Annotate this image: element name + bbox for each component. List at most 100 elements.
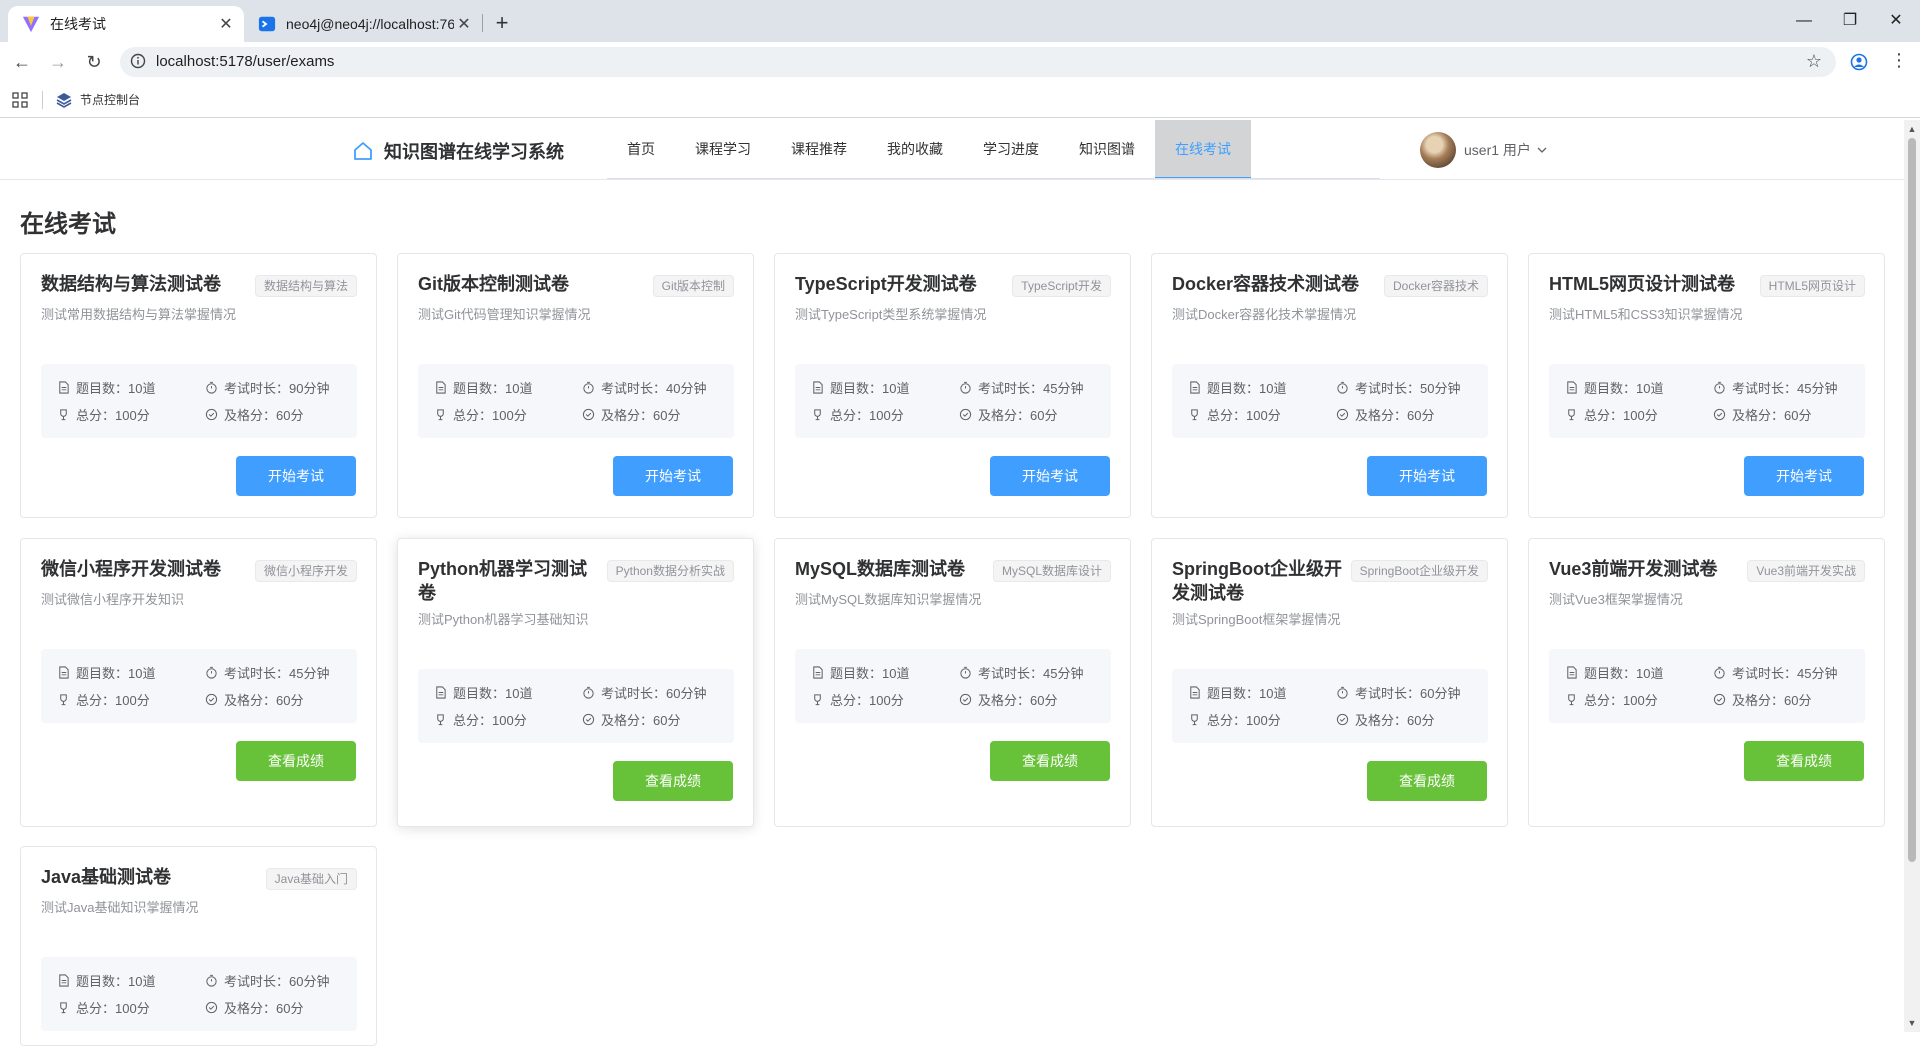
total-score: 总分：100分 <box>57 998 150 1017</box>
check-circle-icon <box>205 693 218 706</box>
course-tag: 数据结构与算法 <box>254 275 357 297</box>
question-count: 题目数：10道 <box>1565 378 1663 397</box>
check-circle-icon <box>205 408 218 421</box>
check-circle-icon <box>582 408 595 421</box>
tab-exams[interactable]: 在线考试 ✕ <box>8 6 244 42</box>
back-icon[interactable]: ← <box>10 50 34 74</box>
trophy-icon <box>814 694 821 706</box>
exam-description: 测试Java基础知识掌握情况 <box>41 900 199 915</box>
tab-neo4j[interactable]: neo4j@neo4j://localhost:768 ✕ <box>244 6 482 42</box>
exam-title: MySQL数据库测试卷 <box>795 559 966 579</box>
brand[interactable]: 知识图谱在线学习系统 <box>352 138 564 164</box>
bookmark-divider <box>42 91 43 109</box>
check-circle-icon <box>582 713 595 726</box>
exam-description: 测试SpringBoot框架掌握情况 <box>1172 612 1341 627</box>
home-icon <box>354 142 372 160</box>
question-count: 题目数：10道 <box>57 378 155 397</box>
scroll-up-icon[interactable]: ▲ <box>1907 124 1917 134</box>
timer-icon <box>206 666 217 679</box>
check-circle-icon <box>1713 408 1726 421</box>
pass-score: 及格分：60分 <box>1713 405 1811 424</box>
view-score-button[interactable]: 查看成绩 <box>1367 761 1487 801</box>
total-score: 总分：100分 <box>1188 710 1281 729</box>
menu-dots-icon[interactable]: ⋮ <box>1890 50 1908 71</box>
exam-card-header: Git版本控制测试卷 Git版本控制 <box>418 272 734 297</box>
nav-recommend[interactable]: 课程推荐 <box>771 120 867 179</box>
course-tag: SpringBoot企业级开发 <box>1350 560 1488 582</box>
url-field[interactable]: localhost:5178/user/exams ☆ <box>120 47 1836 77</box>
user-menu[interactable]: user1 用户 <box>1420 132 1547 168</box>
site-info-icon[interactable] <box>130 53 146 69</box>
exam-description: 测试Docker容器化技术掌握情况 <box>1172 307 1357 322</box>
nav-favorites[interactable]: 我的收藏 <box>867 120 963 179</box>
reload-icon[interactable]: ↻ <box>82 50 106 74</box>
exam-duration: 考试时长：45分钟 <box>959 663 1083 682</box>
trophy-icon <box>1568 694 1575 706</box>
timer-icon <box>583 686 594 699</box>
exam-title: Java基础测试卷 <box>41 867 172 887</box>
scrollbar-thumb[interactable] <box>1908 138 1916 862</box>
timer-icon <box>1337 381 1348 394</box>
brand-name: 知识图谱在线学习系统 <box>384 142 564 162</box>
nav-progress[interactable]: 学习进度 <box>963 120 1059 179</box>
page-title: 在线考试 <box>20 211 116 238</box>
check-circle-icon <box>959 408 972 421</box>
bookmark-node-console[interactable]: 节点控制台 <box>56 91 140 108</box>
scroll-down-icon[interactable]: ▼ <box>1907 1018 1917 1028</box>
question-count: 题目数：10道 <box>1188 378 1286 397</box>
exam-description: 测试Vue3框架掌握情况 <box>1549 592 1683 607</box>
total-score: 总分：100分 <box>1188 405 1281 424</box>
close-tab-icon[interactable]: ✕ <box>216 14 236 34</box>
exam-card-header: Vue3前端开发测试卷 Vue3前端开发实战 <box>1549 557 1865 582</box>
exam-card-header: 数据结构与算法测试卷 数据结构与算法 <box>41 272 357 297</box>
timer-icon <box>206 974 217 987</box>
view-score-button[interactable]: 查看成绩 <box>1744 741 1864 781</box>
total-score: 总分：100分 <box>811 405 904 424</box>
profile-icon[interactable] <box>1850 53 1868 71</box>
check-circle-icon <box>1713 693 1726 706</box>
minimize-icon[interactable]: — <box>1784 8 1824 34</box>
scrollbar[interactable]: ▲ ▼ <box>1904 120 1920 1032</box>
question-count: 题目数：10道 <box>811 663 909 682</box>
exam-info-panel: 题目数：10道 考试时长：60分钟 总分：100分 及格分：60分 <box>1172 669 1488 743</box>
exam-duration: 考试时长：45分钟 <box>205 663 329 682</box>
exam-duration: 考试时长：60分钟 <box>1336 683 1460 702</box>
exam-description: 测试微信小程序开发知识 <box>41 592 185 607</box>
timer-icon <box>1714 381 1725 394</box>
nav-knowledge-graph[interactable]: 知识图谱 <box>1059 120 1155 179</box>
view-score-button[interactable]: 查看成绩 <box>990 741 1110 781</box>
exam-card-header: HTML5网页设计测试卷 HTML5网页设计 <box>1549 272 1865 297</box>
exam-card: 微信小程序开发测试卷 微信小程序开发 测试微信小程序开发知识 题目数：10道 考试时长：… <box>20 538 377 827</box>
exam-title: Docker容器技术测试卷 <box>1172 274 1360 294</box>
start-exam-button[interactable]: 开始考试 <box>990 456 1110 496</box>
trophy-icon <box>60 1002 67 1014</box>
close-tab-icon[interactable]: ✕ <box>454 14 474 34</box>
start-exam-button[interactable]: 开始考试 <box>1367 456 1487 496</box>
nav-home[interactable]: 首页 <box>607 120 675 179</box>
view-score-button[interactable]: 查看成绩 <box>613 761 733 801</box>
trophy-icon <box>60 694 67 706</box>
view-score-button[interactable]: 查看成绩 <box>236 741 356 781</box>
restore-icon[interactable]: ❐ <box>1830 8 1870 34</box>
bookmark-star-icon[interactable]: ☆ <box>1806 51 1822 72</box>
exam-description: 测试HTML5和CSS3知识掌握情况 <box>1549 307 1743 322</box>
check-circle-icon <box>959 693 972 706</box>
start-exam-button[interactable]: 开始考试 <box>613 456 733 496</box>
timer-icon <box>583 381 594 394</box>
start-exam-button[interactable]: 开始考试 <box>1744 456 1864 496</box>
pass-score: 及格分：60分 <box>205 690 303 709</box>
close-window-icon[interactable]: ✕ <box>1876 8 1916 34</box>
exam-card-header: Java基础测试卷 Java基础入门 <box>41 865 357 890</box>
nav-courses[interactable]: 课程学习 <box>675 120 771 179</box>
pass-score: 及格分：60分 <box>1336 710 1434 729</box>
forward-icon[interactable]: → <box>46 50 70 74</box>
exam-card: SpringBoot企业级开发测试卷 SpringBoot企业级开发 测试Sprin… <box>1151 538 1508 827</box>
exam-info-panel: 题目数：10道 考试时长：45分钟 总分：100分 及格分：60分 <box>1549 364 1865 438</box>
pass-score: 及格分：60分 <box>959 690 1057 709</box>
apps-grid-icon[interactable] <box>12 92 28 108</box>
exam-info-panel: 题目数：10道 考试时长：90分钟 总分：100分 及格分：60分 <box>41 364 357 438</box>
start-exam-button[interactable]: 开始考试 <box>236 456 356 496</box>
new-tab-icon[interactable]: + <box>490 10 514 36</box>
nav-underline <box>607 178 1380 179</box>
nav-exams[interactable]: 在线考试 <box>1155 120 1251 179</box>
